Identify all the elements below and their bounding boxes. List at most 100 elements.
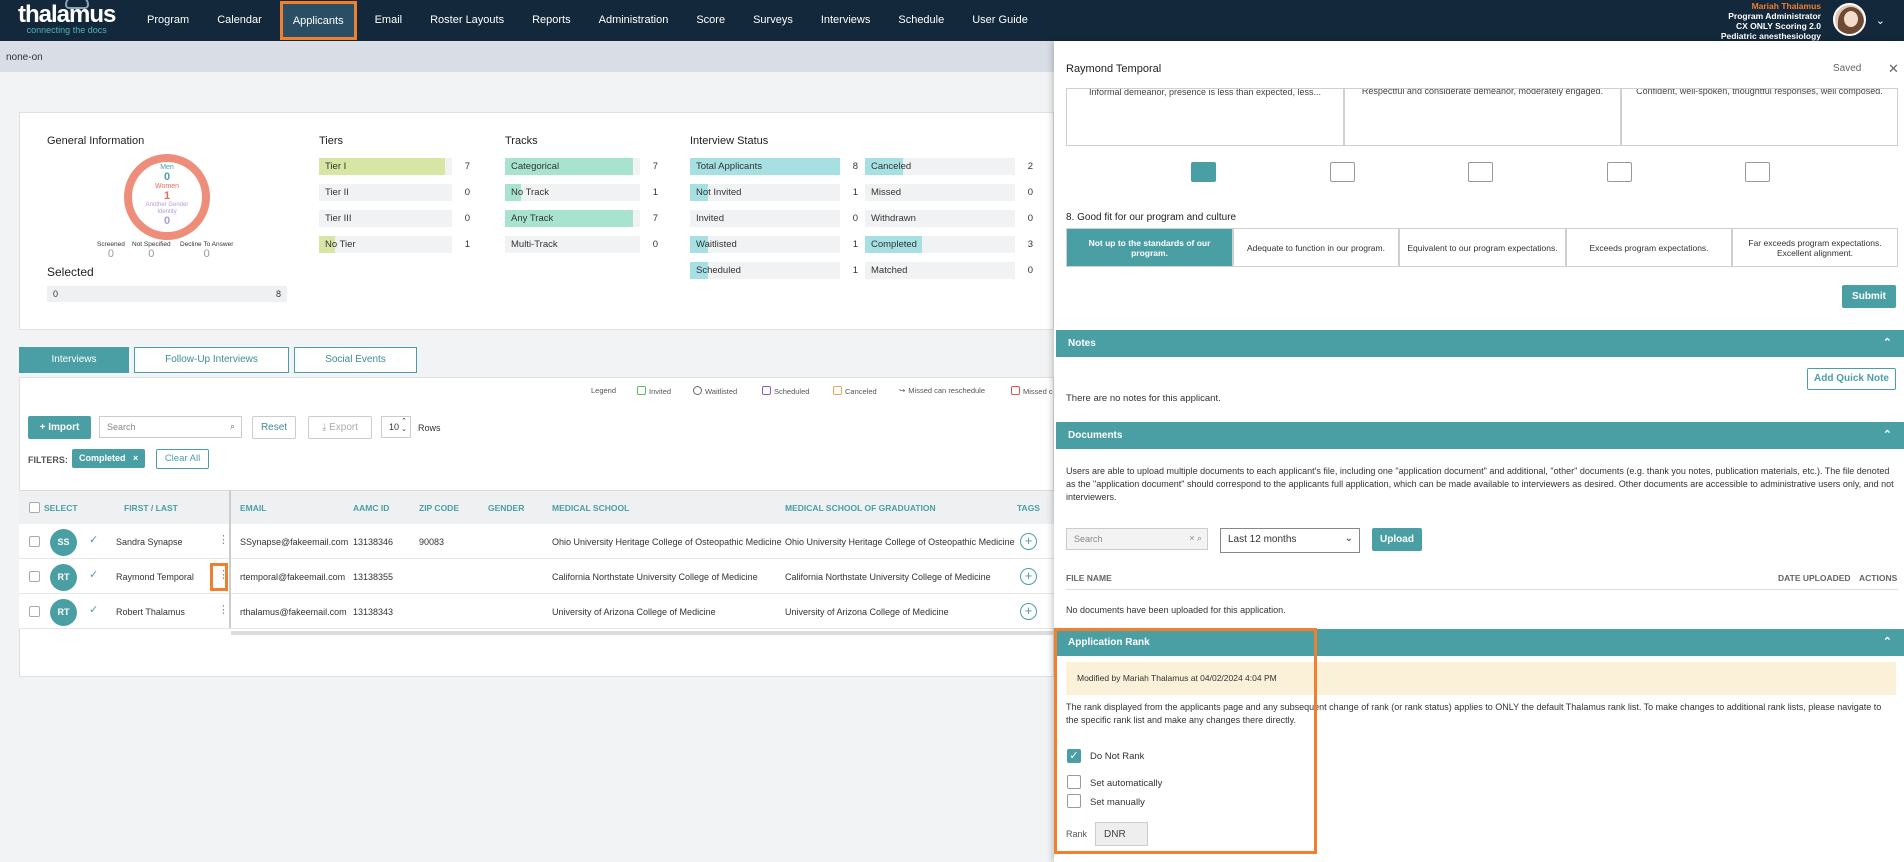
applicant-email: rthalamus@fakeemail.com [240, 607, 347, 617]
nav-user-guide[interactable]: User Guide [962, 0, 1038, 41]
col-select[interactable]: SELECT [44, 503, 78, 513]
women-count: 1 [163, 190, 171, 202]
user-info[interactable]: Mariah Thalamus Program Administrator CX… [1721, 1, 1821, 41]
col-medical-school-graduation[interactable]: MEDICAL SCHOOL OF GRADUATION [785, 503, 936, 513]
q8-option-1[interactable]: Not up to the standards of our program. [1066, 228, 1233, 267]
thalamus-logo[interactable]: thalamus connecting the docs [18, 0, 116, 35]
add-quick-note-button[interactable]: Add Quick Note [1807, 368, 1896, 390]
row-checkbox[interactable] [29, 606, 40, 617]
nav-interviews[interactable]: Interviews [811, 0, 881, 41]
add-tag-icon[interactable]: + [1020, 533, 1037, 550]
table-row[interactable]: RT ✓ Raymond Temporal ⋮ rtemporal@fakeem… [19, 559, 1054, 594]
user-dept: Pediatric anesthesiology [1720, 31, 1821, 41]
nav-applicants[interactable]: Applicants [279, 1, 357, 40]
col-tags[interactable]: TAGS [1017, 503, 1040, 513]
applicant-email: rtemporal@fakeemail.com [240, 572, 346, 582]
table-row[interactable]: SS ✓ Sandra Synapse ⋮ SSynapse@fakeemail… [19, 524, 1054, 559]
nav-email[interactable]: Email [365, 0, 413, 41]
applicant-name[interactable]: Raymond Temporal [116, 572, 194, 582]
status-row: Invited 0 [690, 210, 858, 227]
rows-per-page-stepper[interactable]: 10 ⌃ ⌄ [381, 416, 411, 438]
documents-section-header[interactable]: Documents ⌃ [1056, 422, 1904, 449]
nav-score[interactable]: Score [686, 0, 735, 41]
applicant-name[interactable]: Sandra Synapse [116, 537, 183, 547]
q8-option-4[interactable]: Exceeds program expectations. [1566, 228, 1732, 267]
status-row: Matched 0 [865, 262, 1033, 279]
close-icon[interactable]: ✕ [1888, 61, 1899, 77]
tier-count: 1 [452, 236, 470, 253]
col-aamc-id[interactable]: AAMC ID [353, 503, 389, 513]
score-radio[interactable] [1607, 162, 1632, 182]
q8-option-2[interactable]: Adequate to function in our program. [1233, 228, 1399, 267]
q8-option-5[interactable]: Far exceeds program expectations. Excell… [1732, 228, 1898, 267]
notes-empty-text: There are no notes for this applicant. [1066, 393, 1221, 404]
filter-chip-label: Completed [79, 453, 126, 463]
status-label: Scheduled [696, 265, 741, 276]
search-input[interactable]: Search ⌕ [99, 416, 242, 438]
export-button[interactable]: ⤓ Export [308, 416, 372, 439]
legend-title: Legend [591, 386, 617, 395]
status-label: Missed [871, 187, 902, 198]
clear-all-button[interactable]: Clear All [156, 449, 209, 469]
q8-option-3[interactable]: Equivalent to our program expectations. [1399, 228, 1566, 267]
status-row: Scheduled 1 [690, 262, 858, 279]
more-menu-icon[interactable]: ⋮ [218, 533, 229, 546]
rows-value: 10 [389, 422, 400, 432]
stepper-arrows-icon[interactable]: ⌃ ⌄ [401, 418, 407, 434]
tiers-title: Tiers [319, 135, 344, 147]
nav-reports[interactable]: Reports [522, 0, 581, 41]
status-row: Canceled 2 [865, 158, 1033, 175]
selected-right-value: 8 [275, 289, 281, 299]
clear-and-search-icon[interactable]: × ⌕ [1189, 533, 1202, 544]
score-radio[interactable] [1745, 162, 1770, 182]
tab-follow-up-interviews[interactable]: Follow-Up Interviews [134, 347, 289, 373]
row-checkbox[interactable] [29, 571, 40, 582]
chevron-down-icon[interactable]: ⌄ [1876, 14, 1885, 27]
tier-row: No Tier 1 [319, 236, 470, 253]
table-row[interactable]: RT ✓ Robert Thalamus ⋮ rthalamus@fakeema… [19, 594, 1054, 629]
col-date-uploaded: DATE UPLOADED [1778, 573, 1851, 583]
add-tag-icon[interactable]: + [1020, 603, 1037, 620]
nav-calendar[interactable]: Calendar [207, 0, 272, 41]
score-radio-selected[interactable] [1191, 162, 1216, 182]
close-icon[interactable]: × [133, 453, 138, 463]
filter-chip-completed[interactable]: Completed × [72, 449, 146, 468]
notes-section-header[interactable]: Notes ⌃ [1056, 330, 1904, 357]
col-gender[interactable]: GENDER [488, 503, 524, 513]
more-menu-highlight [210, 563, 228, 591]
submit-button[interactable]: Submit [1842, 285, 1896, 308]
user-avatar[interactable] [1833, 3, 1866, 36]
add-tag-icon[interactable]: + [1020, 568, 1037, 585]
chevron-down-icon: ⌄ [1344, 533, 1353, 544]
row-checkbox[interactable] [29, 536, 40, 547]
col-zip-code[interactable]: ZIP CODE [419, 503, 459, 513]
documents-search-input[interactable]: Search × ⌕ [1066, 528, 1208, 550]
col-medical-school[interactable]: MEDICAL SCHOOL [552, 503, 629, 513]
status-count: 3 [1015, 236, 1033, 253]
nav-surveys[interactable]: Surveys [743, 0, 803, 41]
track-count: 0 [640, 236, 658, 253]
more-menu-icon[interactable]: ⋮ [218, 603, 229, 616]
tab-interviews[interactable]: Interviews [19, 347, 129, 373]
status-row: Withdrawn 0 [865, 210, 1033, 227]
date-range-select[interactable]: Last 12 months ⌄ [1220, 528, 1360, 553]
check-icon: ✓ [89, 534, 99, 546]
selected-bar: 08 [47, 286, 287, 302]
score-grid-cell: Confident, well-spoken, thoughtful respo… [1621, 88, 1898, 146]
select-all-checkbox[interactable] [29, 502, 40, 513]
score-radio[interactable] [1330, 162, 1355, 182]
nav-program[interactable]: Program [137, 0, 199, 41]
nav-administration[interactable]: Administration [589, 0, 679, 41]
reset-button[interactable]: Reset [252, 416, 296, 439]
upload-button[interactable]: Upload [1372, 528, 1422, 551]
missed-icon [1011, 386, 1020, 395]
horizontal-scrollbar[interactable] [231, 631, 1054, 635]
nav-schedule[interactable]: Schedule [888, 0, 954, 41]
applicant-name[interactable]: Robert Thalamus [116, 607, 185, 617]
col-email[interactable]: EMAIL [240, 503, 266, 513]
import-button[interactable]: + Import [28, 416, 91, 439]
nav-roster-layouts[interactable]: Roster Layouts [420, 0, 514, 41]
score-radio[interactable] [1468, 162, 1493, 182]
col-first-last[interactable]: FIRST / LAST [124, 503, 178, 513]
tab-social-events[interactable]: Social Events [294, 347, 417, 373]
